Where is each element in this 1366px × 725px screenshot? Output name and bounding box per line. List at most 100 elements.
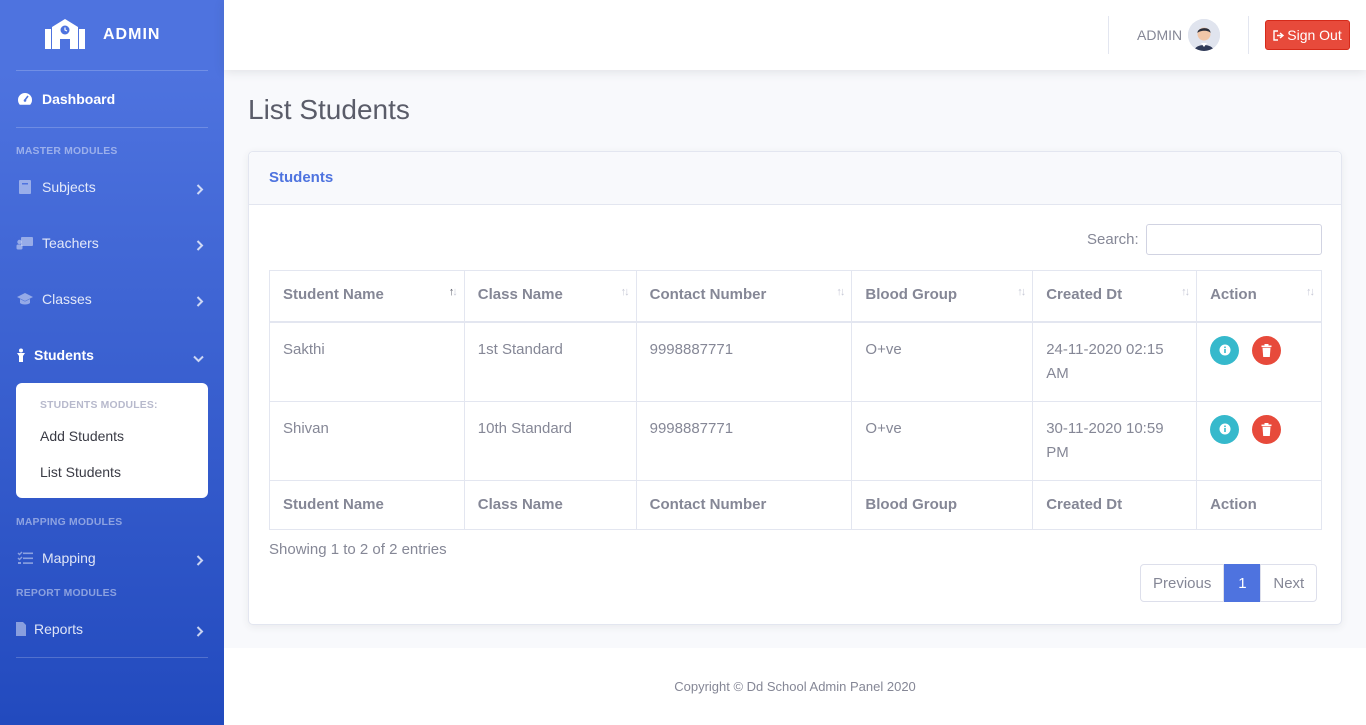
column-label: Student Name: [283, 286, 384, 303]
previous-page-button[interactable]: Previous: [1140, 564, 1225, 602]
sidebar-item-label: Mapping: [42, 550, 96, 566]
cell-student-name: Sakthi: [269, 321, 465, 402]
table-header-row: Student Name ↑↓ Class Name ↑↓ Contact Numb…: [269, 270, 1322, 323]
sidebar-item-classes[interactable]: Classes: [0, 288, 224, 310]
cell-created-dt: 30-11-2020 10:59 PM: [1032, 400, 1198, 481]
cell-action: [1196, 321, 1322, 402]
chevron-right-icon: [196, 238, 204, 254]
cell-class-name: 10th Standard: [463, 400, 637, 481]
cell-contact-number: 9998887771: [635, 321, 853, 402]
footer-created-dt: Created Dt: [1032, 479, 1198, 530]
sidebar-item-label: Reports: [34, 621, 84, 637]
pagination: Previous 1 Next: [1140, 564, 1318, 602]
avatar[interactable]: [1188, 19, 1220, 51]
table-footer-row: Student Name Class Name Contact Number B…: [269, 479, 1322, 530]
sidebar-divider: [16, 127, 208, 128]
topbar-divider: [1248, 16, 1249, 54]
delete-button[interactable]: [1252, 414, 1282, 444]
column-label: Blood Group: [865, 286, 958, 303]
file-icon: [16, 622, 26, 636]
trash-icon: [1261, 343, 1272, 357]
column-header-contact-number[interactable]: Contact Number ↑↓: [635, 270, 853, 323]
copyright-text: Copyright © Dd School Admin Panel 2020: [674, 679, 916, 694]
sort-icon: ↑↓: [448, 286, 458, 298]
sign-out-button[interactable]: Sign Out: [1265, 20, 1350, 50]
column-header-blood-group[interactable]: Blood Group ↑↓: [851, 270, 1034, 323]
column-label: Contact Number: [649, 286, 767, 303]
submenu-item-add-students[interactable]: Add Students: [40, 428, 124, 444]
sidebar-brand[interactable]: ADMIN: [0, 0, 224, 70]
chevron-right-icon: [196, 182, 204, 198]
student-icon: [16, 348, 26, 362]
cell-student-name: Shivan: [269, 400, 465, 481]
cell-contact-number: 9998887771: [635, 400, 853, 481]
sidebar-item-teachers[interactable]: Teachers: [0, 232, 224, 254]
sidebar-item-students[interactable]: Students: [0, 344, 224, 366]
sidebar-heading-report: REPORT MODULES: [16, 588, 117, 599]
sidebar-item-label: Dashboard: [42, 91, 116, 107]
tachometer-icon: [16, 92, 34, 106]
sidebar-divider: [16, 657, 208, 658]
cell-blood-group: O+ve: [851, 400, 1034, 481]
card-title: Students: [249, 152, 1341, 205]
submenu-header: STUDENTS MODULES:: [40, 400, 158, 411]
cell-action: [1196, 400, 1322, 481]
graduation-cap-icon: [16, 292, 34, 306]
next-page-button[interactable]: Next: [1260, 564, 1318, 602]
footer-action: Action: [1196, 479, 1322, 530]
page-1-button[interactable]: 1: [1224, 564, 1261, 602]
search-input[interactable]: [1146, 224, 1322, 255]
footer-student-name: Student Name: [269, 479, 465, 530]
students-card: Students Search: Student Name ↑↓ Class Na…: [248, 151, 1342, 625]
chevron-right-icon: [196, 294, 204, 310]
sort-icon: ↑↓: [1181, 286, 1190, 298]
submenu-item-list-students[interactable]: List Students: [40, 464, 121, 480]
chevron-right-icon: [196, 624, 204, 640]
sort-icon: ↑↓: [620, 286, 630, 298]
trash-icon: [1261, 422, 1272, 436]
students-submenu: STUDENTS MODULES: Add Students List Stud…: [16, 383, 208, 498]
sidebar-divider: [16, 70, 208, 71]
sidebar: ADMIN Dashboard MASTER MODULES Subjects …: [0, 0, 224, 725]
cell-created-dt: 24-11-2020 02:15 AM: [1032, 321, 1198, 402]
column-label: Action: [1210, 286, 1257, 303]
info-icon: [1219, 344, 1231, 356]
search-label: Search:: [1087, 231, 1139, 248]
info-icon: [1219, 423, 1231, 435]
footer-blood-group: Blood Group: [851, 479, 1034, 530]
sign-out-label: Sign Out: [1287, 27, 1342, 43]
sidebar-item-reports[interactable]: Reports: [0, 618, 224, 640]
sidebar-item-mapping[interactable]: Mapping: [0, 547, 224, 569]
footer: Copyright © Dd School Admin Panel 2020: [224, 648, 1366, 725]
table-row: Shivan 10th Standard 9998887771 O+ve 30-…: [269, 400, 1322, 481]
tasks-icon: [16, 551, 34, 565]
sidebar-heading-mapping: MAPPING MODULES: [16, 517, 123, 528]
brand-name: ADMIN: [103, 26, 161, 43]
sidebar-item-label: Students: [34, 347, 94, 363]
column-header-student-name[interactable]: Student Name ↑↓: [269, 270, 465, 323]
cell-class-name: 1st Standard: [463, 321, 637, 402]
delete-button[interactable]: [1252, 335, 1282, 365]
footer-contact-number: Contact Number: [635, 479, 853, 530]
page-title: List Students: [248, 94, 410, 125]
entries-info: Showing 1 to 2 of 2 entries: [269, 541, 447, 558]
column-label: Class Name: [477, 286, 563, 303]
info-button[interactable]: [1210, 414, 1240, 444]
book-icon: [16, 180, 34, 194]
sign-out-icon: [1273, 29, 1285, 41]
sidebar-item-label: Classes: [42, 291, 92, 307]
column-header-class-name[interactable]: Class Name ↑↓: [463, 270, 637, 323]
sort-icon: ↑↓: [1306, 286, 1315, 298]
user-name[interactable]: ADMIN: [1137, 27, 1182, 43]
cell-blood-group: O+ve: [851, 321, 1034, 402]
school-icon: [44, 17, 88, 53]
sidebar-item-dashboard[interactable]: Dashboard: [0, 88, 224, 110]
sidebar-item-label: Subjects: [42, 179, 96, 195]
sidebar-item-subjects[interactable]: Subjects: [0, 176, 224, 198]
chevron-down-icon: [193, 350, 204, 366]
column-header-created-dt[interactable]: Created Dt ↑↓: [1032, 270, 1198, 323]
table-row: Sakthi 1st Standard 9998887771 O+ve 24-1…: [269, 321, 1322, 402]
info-button[interactable]: [1210, 335, 1240, 365]
column-header-action[interactable]: Action ↑↓: [1196, 270, 1322, 323]
chevron-right-icon: [196, 553, 204, 569]
